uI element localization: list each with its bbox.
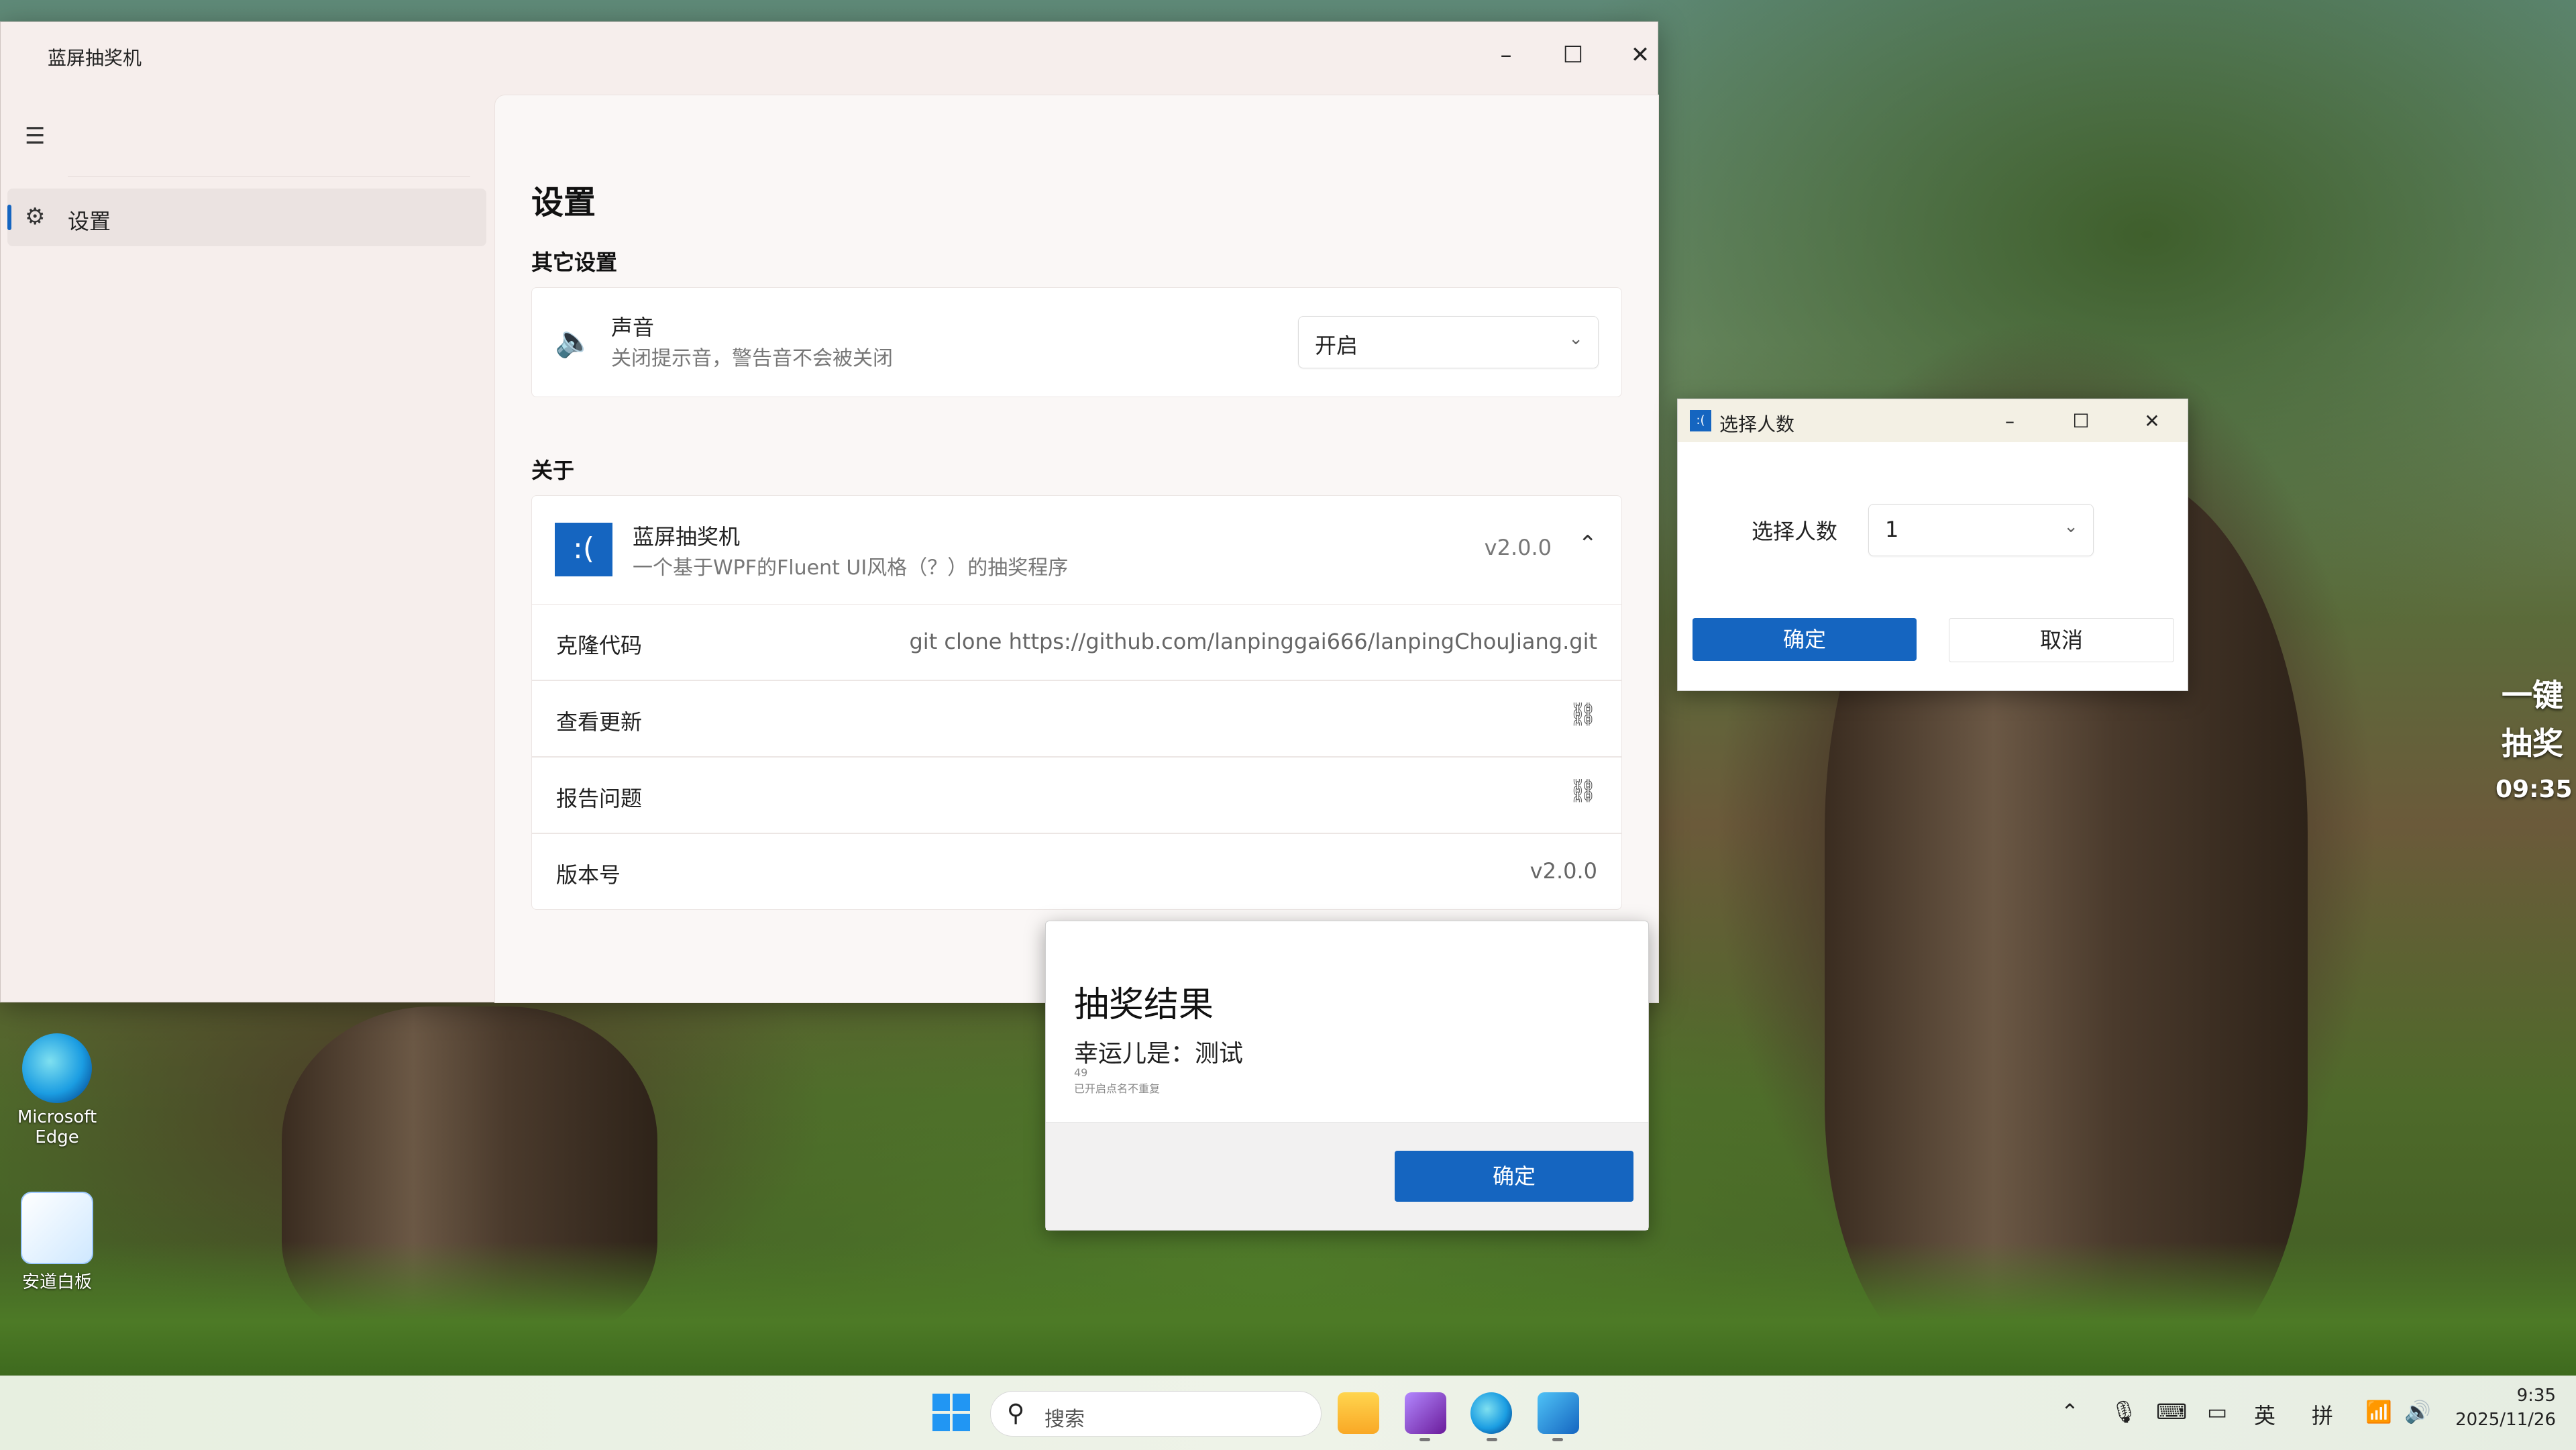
desktop-icon-whiteboard[interactable]: 安道白板: [7, 1192, 107, 1293]
windows-start-icon[interactable]: [932, 1394, 970, 1431]
clone-command[interactable]: git clone https://github.com/lanpinggai6…: [909, 629, 1597, 654]
desktop-icon-label: Edge: [35, 1127, 79, 1147]
check-update-row[interactable]: 查看更新 ⛓: [531, 680, 1622, 757]
taskbar-search[interactable]: ⚲ 搜索: [990, 1391, 1322, 1437]
ime-language[interactable]: 英: [2254, 1399, 2275, 1430]
app-name: 蓝屏抽奖机: [633, 524, 741, 550]
chevron-down-icon: ⌄: [2063, 517, 2078, 537]
search-placeholder: 搜索: [1044, 1408, 1085, 1431]
quick-draw-time: 09:35: [2496, 776, 2573, 803]
chevron-up-icon[interactable]: ⌃: [1578, 531, 1598, 558]
taskbar-clock[interactable]: 9:35 2025/11/26: [2455, 1386, 2556, 1430]
sound-setting-card: 🔈 声音 关闭提示音，警告音不会被关闭 开启 ⌄: [531, 287, 1622, 397]
close-button[interactable]: ✕: [2122, 405, 2182, 437]
result-small-note: 已开启点名不重复: [1074, 1082, 1161, 1095]
sound-title: 声音: [611, 315, 655, 340]
edge-browser-icon[interactable]: [1470, 1392, 1512, 1434]
quick-draw-line2: 抽奖: [2502, 725, 2563, 762]
count-value: 1: [1885, 517, 1899, 542]
running-indicator: [1419, 1438, 1430, 1441]
speaker-icon: 🔈: [555, 323, 594, 359]
result-small-number: 49: [1074, 1066, 1088, 1079]
result-dialog: 抽奖结果 幸运儿是：测试 49 已开启点名不重复 确定: [1045, 921, 1649, 1231]
page-title: 设置: [531, 184, 596, 221]
sound-dropdown[interactable]: 开启 ⌄: [1298, 316, 1599, 368]
select-window-title: 选择人数: [1719, 413, 1795, 435]
sound-desc: 关闭提示音，警告音不会被关闭: [611, 347, 893, 370]
wifi-icon[interactable]: 📶: [2365, 1399, 2392, 1425]
version-value: v2.0.0: [1529, 858, 1597, 884]
result-message: 幸运儿是：测试: [1074, 1040, 1244, 1068]
app-version: v2.0.0: [1484, 535, 1552, 560]
grass-foreground: [0, 1241, 2576, 1376]
taskbar: ⚲ 搜索 ⌃ 🎙 ⌨ ▭ 英 拼 📶 🔊 9:35 2025/11/26: [0, 1376, 2576, 1450]
check-update-label: 查看更新: [556, 709, 643, 735]
result-confirm-button[interactable]: 确定: [1395, 1151, 1633, 1202]
desktop-icon-edge[interactable]: Microsoft Edge: [7, 1033, 107, 1147]
gear-icon: ⚙: [25, 203, 46, 230]
report-issue-label: 报告问题: [556, 786, 643, 811]
sidebar-item-settings[interactable]: ⚙ 设置: [7, 189, 486, 246]
app-icon: :(: [1690, 410, 1711, 431]
sidebar-item-label: 设置: [68, 209, 111, 234]
chevron-down-icon: ⌄: [1568, 329, 1583, 349]
maximize-button[interactable]: ☐: [2051, 405, 2111, 437]
count-label: 选择人数: [1752, 519, 1838, 544]
file-explorer-icon[interactable]: [1338, 1392, 1379, 1434]
close-button[interactable]: ✕: [1607, 32, 1674, 79]
maximize-button[interactable]: ☐: [1540, 32, 1607, 79]
version-label: 版本号: [556, 862, 621, 888]
hamburger-menu-icon[interactable]: ☰: [25, 123, 45, 150]
title-bar[interactable]: 蓝屏抽奖机 – ☐ ✕: [1, 22, 1658, 89]
link-icon: ⛓: [1568, 778, 1597, 805]
quick-draw-line1: 一键: [2502, 677, 2563, 713]
chevron-up-icon[interactable]: ⌃: [2061, 1399, 2079, 1425]
report-issue-row[interactable]: 报告问题 ⛓: [531, 757, 1622, 833]
search-icon: ⚲: [1007, 1400, 1025, 1427]
tablet-icon[interactable]: ▭: [2207, 1399, 2227, 1425]
settings-content: 设置 其它设置 🔈 声音 关闭提示音，警告音不会被关闭 开启 ⌄ 关于 :( 蓝…: [494, 95, 1659, 1003]
quick-draw-widget[interactable]: 一键 抽奖 09:35: [2496, 671, 2573, 803]
version-row: 版本号 v2.0.0: [531, 833, 1622, 910]
desktop-icon-label: 安道白板: [21, 1272, 92, 1292]
dropdown-value: 开启: [1315, 333, 1358, 358]
confirm-button[interactable]: 确定: [1693, 618, 1917, 661]
link-icon: ⛓: [1568, 701, 1597, 728]
volume-icon[interactable]: 🔊: [2404, 1399, 2431, 1425]
app-logo: :(: [555, 523, 612, 576]
selection-indicator: [7, 205, 11, 230]
count-dropdown[interactable]: 1 ⌄: [1868, 504, 2094, 556]
select-title-bar[interactable]: :( 选择人数 – ☐ ✕: [1678, 399, 2188, 442]
main-window: 蓝屏抽奖机 – ☐ ✕ ☰ ⚙ 设置 设置 其它设置 🔈 声音 关闭提示音，警告…: [0, 21, 1659, 1003]
dialog-footer: 确定: [1046, 1122, 1648, 1230]
running-indicator: [1487, 1438, 1497, 1441]
clone-code-row[interactable]: 克隆代码 git clone https://github.com/lanpin…: [531, 604, 1622, 680]
app-description: 一个基于WPF的Fluent UI风格（？）的抽奖程序: [633, 556, 1069, 580]
minimize-button[interactable]: –: [1980, 405, 2040, 437]
select-count-window: :( 选择人数 – ☐ ✕ 选择人数 1 ⌄ 确定 取消: [1677, 399, 2188, 691]
nav-divider: [68, 176, 470, 177]
clock-date: 2025/11/26: [2455, 1410, 2556, 1430]
section-title-about: 关于: [531, 458, 575, 483]
cancel-button[interactable]: 取消: [1949, 618, 2174, 662]
about-expander-header[interactable]: :( 蓝屏抽奖机 一个基于WPF的Fluent UI风格（？）的抽奖程序 v2.…: [531, 495, 1622, 605]
minimize-button[interactable]: –: [1472, 32, 1540, 79]
section-title-other: 其它设置: [531, 250, 618, 275]
whiteboard-app-icon[interactable]: [1538, 1392, 1579, 1434]
microphone-icon[interactable]: 🎙: [2110, 1399, 2138, 1425]
result-title: 抽奖结果: [1074, 985, 1214, 1025]
window-title: 蓝屏抽奖机: [48, 47, 142, 69]
whiteboard-icon: [21, 1192, 93, 1264]
edge-icon: [22, 1033, 92, 1103]
ime-mode[interactable]: 拼: [2312, 1399, 2333, 1430]
running-indicator: [1552, 1438, 1563, 1441]
clock-time: 9:35: [2516, 1386, 2556, 1406]
keyboard-icon[interactable]: ⌨: [2156, 1399, 2187, 1425]
visual-studio-icon[interactable]: [1405, 1392, 1446, 1434]
clone-label: 克隆代码: [556, 633, 643, 658]
desktop-icon-label: Microsoft: [17, 1107, 97, 1127]
